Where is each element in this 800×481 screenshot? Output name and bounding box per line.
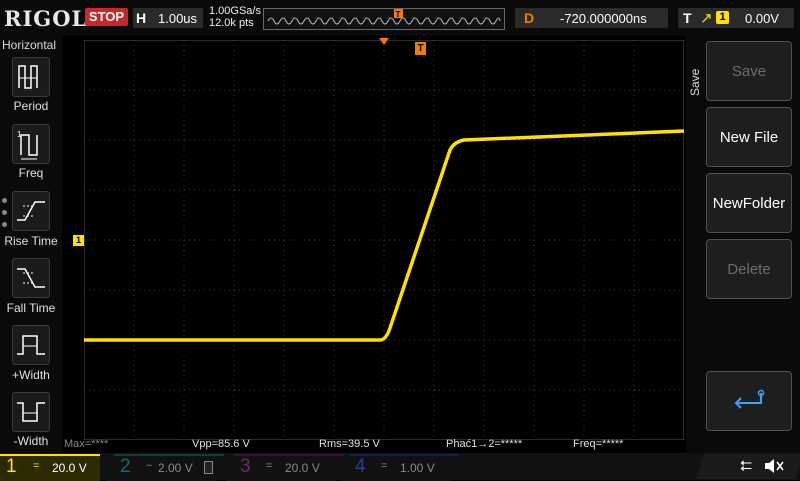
meas-max: Max=**** [64, 438, 109, 450]
channel2-bandwidth-icon [204, 461, 213, 474]
overview-trigger-letter: T [396, 10, 401, 19]
left-menu-title: Horizontal [2, 38, 57, 52]
mute-icon[interactable] [763, 456, 785, 481]
new-folder-button[interactable]: NewFolder [706, 173, 792, 233]
delay-label: D [524, 10, 535, 26]
trigger-level: 0.00V [745, 11, 779, 26]
right-menu-title: Save [688, 68, 702, 96]
horizontal-scale-value: 1.00us [158, 11, 198, 26]
trigger-position-arrow [379, 38, 389, 45]
positive-width-icon [17, 335, 45, 355]
channel3-coupling: = [266, 460, 273, 472]
meas-vpp: Vpp=85.6 V [192, 438, 250, 450]
meas-freq: Freq=***** [573, 438, 624, 450]
rising-edge-icon: ↗ [700, 10, 713, 27]
positive-width-button[interactable] [12, 325, 50, 365]
rise-time-label: Rise Time [4, 234, 58, 248]
fall-time-icon [17, 268, 45, 288]
trigger-position-marker[interactable]: T [415, 42, 426, 55]
measurement-bar: Max=**** Vpp=85.6 V Rms=39.5 V Phać1→2=*… [62, 438, 686, 452]
channel4-scale: 1.00 V [400, 461, 435, 475]
period-icon [18, 65, 38, 89]
period-button[interactable] [12, 57, 50, 97]
menu-page-dot [2, 222, 7, 227]
acquisition-info: 1.00GSa/s 12.0k pts [209, 5, 261, 29]
channel1-ground-marker[interactable]: 1 [73, 235, 84, 246]
fall-time-label: Fall Time [6, 301, 56, 315]
channel1-coupling: = [33, 460, 40, 472]
channel3-number: 3 [240, 456, 251, 477]
memory-overview-strip: T [263, 8, 505, 30]
frequency-button[interactable]: 1 [12, 124, 50, 164]
menu-page-dot [2, 210, 7, 215]
negative-width-button[interactable] [12, 392, 50, 432]
save-button[interactable]: Save [706, 41, 792, 101]
delay-value: -720.000000ns [560, 11, 647, 26]
channel4-coupling: = [381, 460, 388, 472]
period-label: Period [13, 99, 49, 113]
trigger-source: 1 [716, 11, 729, 24]
rise-time-icon [17, 201, 45, 221]
meas-phase: Phać1→2=***** [446, 438, 523, 450]
memory-overview-waveform: T [267, 9, 501, 25]
negative-width-icon [17, 402, 45, 422]
run-stop-indicator[interactable]: STOP [85, 8, 128, 26]
svg-text:1: 1 [17, 130, 22, 139]
return-icon [734, 389, 765, 409]
frequency-icon: 1 [17, 130, 38, 160]
channel2-scale: 2.00 V [158, 461, 193, 475]
brand-logo: RIGOL [4, 6, 88, 31]
positive-width-label: +Width [12, 368, 50, 382]
channel3-scale: 20.0 V [285, 461, 320, 475]
meas-rms: Rms=39.5 V [319, 438, 380, 450]
menu-page-dot [2, 198, 7, 203]
horizontal-label: H [136, 10, 147, 26]
fall-time-button[interactable] [12, 258, 50, 298]
memory-depth: 12.0k pts [209, 17, 254, 29]
rise-time-button[interactable] [12, 191, 50, 231]
graticule [84, 40, 684, 440]
channel1-scale: 20.0 V [52, 461, 87, 475]
channel1-number: 1 [6, 456, 17, 477]
delete-button[interactable]: Delete [706, 239, 792, 299]
frequency-label: Freq [18, 166, 44, 180]
negative-width-label: -Width [13, 434, 49, 448]
new-file-button[interactable]: New File [706, 107, 792, 167]
channel2-coupling: ~ [146, 460, 153, 472]
channel2-number: 2 [120, 456, 131, 477]
usb-icon: ⮄ [740, 458, 753, 475]
return-button[interactable] [706, 371, 792, 431]
channel4-number: 4 [355, 456, 366, 477]
sample-rate: 1.00GSa/s [209, 5, 261, 17]
waveform-grid[interactable] [84, 40, 684, 440]
trigger-label: T [683, 10, 692, 26]
